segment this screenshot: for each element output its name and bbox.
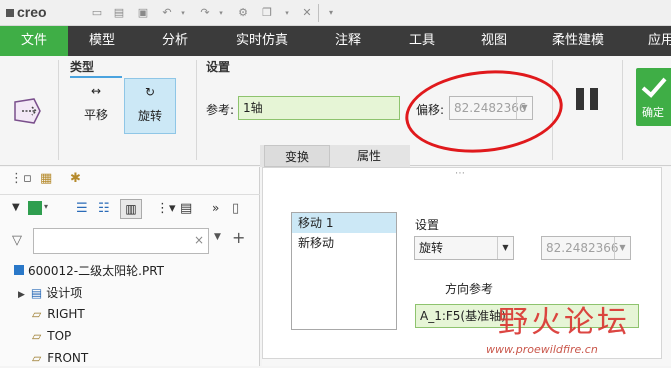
undo-icon[interactable]: ↶: [160, 6, 174, 20]
chevron-down-icon[interactable]: ▾: [44, 202, 48, 211]
model-tree-tab-icon[interactable]: ⋮▫: [10, 171, 32, 186]
document-icon[interactable]: ▯: [232, 201, 239, 216]
feature-move-icon: [12, 96, 44, 126]
move-type-value: 旋转: [419, 241, 444, 255]
save-icon[interactable]: ▣: [136, 6, 150, 20]
model-tree-panel: ⋮▫ ▦ ✱ ▼ ▾ ☰ ☷ ▥ ⋮▾ ▤ » ▯ ▽ × ▼ + 600012…: [0, 167, 260, 366]
open-icon[interactable]: ▤: [112, 6, 126, 20]
favorites-tab-icon[interactable]: ✱: [70, 171, 81, 186]
new-icon[interactable]: ▭: [90, 6, 104, 20]
tab-applications[interactable]: 应用: [636, 26, 671, 56]
panel-offset-field[interactable]: 82.2482366 ▼: [541, 236, 631, 260]
part-icon: [28, 201, 42, 215]
tree-item-top-plane[interactable]: ▱ TOP: [32, 326, 71, 346]
rotate-icon: ↻: [144, 85, 156, 99]
tree-columns-icon[interactable]: ☷: [98, 201, 110, 216]
tab-transform[interactable]: 变换: [264, 145, 330, 167]
tree-filter-icon[interactable]: ☰: [76, 201, 88, 216]
tree-item-part[interactable]: 600012-二级太阳轮.PRT: [14, 261, 164, 281]
tree-search-input[interactable]: ×: [33, 228, 209, 254]
pan-label: 平移: [83, 108, 108, 122]
reference-label: 参考:: [206, 103, 235, 117]
pan-arrows-icon: ↔: [90, 84, 102, 98]
logo-text: creo: [17, 4, 47, 20]
windows-icon[interactable]: ❐: [260, 6, 274, 20]
forum-watermark: 野火论坛 www.proewildfire.cn: [486, 297, 666, 363]
list-item[interactable]: 新移动: [292, 233, 396, 253]
ok-button[interactable]: 确定: [636, 68, 671, 126]
tree-item-right-plane[interactable]: ▱ RIGHT: [32, 304, 85, 324]
datum-plane-icon: ▱: [32, 329, 42, 343]
tab-file[interactable]: 文件: [0, 26, 68, 56]
customize-icon[interactable]: ▾: [324, 6, 338, 20]
ribbon-divider: [196, 60, 197, 160]
tree-show-icon[interactable]: ⋮▾: [156, 201, 176, 216]
tree-item-design-items[interactable]: ▶ ▤ 设计项: [18, 283, 82, 303]
datum-plane-icon: ▱: [32, 307, 42, 321]
pause-icon[interactable]: [576, 88, 600, 110]
tab-annotate[interactable]: 注释: [320, 26, 376, 56]
quick-access-toolbar: creo ▭ ▤ ▣ ↶ ▾ ↷ ▾ ⚙ ❐ ▾ ✕ ▾: [0, 0, 671, 26]
design-items-icon: ▤: [30, 286, 43, 300]
tab-view[interactable]: 视图: [466, 26, 522, 56]
tab-flexible-modeling[interactable]: 柔性建模: [540, 26, 616, 56]
chevron-down-icon[interactable]: ▼: [214, 232, 221, 242]
tab-properties[interactable]: 属性: [336, 145, 402, 167]
expand-icon[interactable]: »: [212, 201, 219, 215]
part-icon: [14, 265, 24, 275]
tree-item-front-plane[interactable]: ▱ FRONT: [32, 348, 88, 368]
toolbar-divider: [318, 4, 319, 22]
windows-dropdown-icon[interactable]: ▾: [280, 6, 294, 20]
list-item[interactable]: 移动 1: [292, 213, 396, 233]
redo-icon[interactable]: ↷: [198, 6, 212, 20]
rotate-type-button[interactable]: ↻ 旋转: [124, 78, 176, 134]
tab-tools[interactable]: 工具: [394, 26, 450, 56]
direction-reference-label: 方向参考: [445, 282, 494, 296]
tab-model[interactable]: 模型: [74, 26, 130, 56]
move-type-select[interactable]: 旋转 ▼: [414, 236, 514, 260]
layer-tree-tab-icon[interactable]: ▦: [40, 171, 52, 186]
moves-list[interactable]: 移动 1 新移动: [291, 212, 397, 330]
clear-icon[interactable]: ×: [194, 229, 204, 251]
settings-label: 设置: [415, 218, 440, 232]
chevron-down-icon[interactable]: ▼: [614, 237, 630, 259]
settings-section-label: 设置: [206, 60, 231, 74]
undo-dropdown-icon[interactable]: ▾: [176, 6, 190, 20]
menu-bar: 文件 模型 分析 实时仿真 注释 工具 视图 柔性建模 应用: [0, 26, 671, 56]
filter-icon: ▽: [12, 233, 22, 248]
tree-tab-bar: ⋮▫ ▦ ✱: [0, 167, 260, 195]
tab-realtime-simulation[interactable]: 实时仿真: [224, 26, 300, 56]
ok-label: 确定: [642, 106, 664, 119]
redo-dropdown-icon[interactable]: ▾: [214, 6, 228, 20]
type-section-label: 类型: [70, 60, 95, 74]
tab-analysis[interactable]: 分析: [146, 26, 204, 56]
reference-field[interactable]: 1轴: [238, 96, 400, 120]
grip-icon[interactable]: ⋯: [455, 168, 465, 179]
tree-settings-icon[interactable]: ▥: [120, 199, 142, 219]
rotate-label: 旋转: [137, 109, 162, 123]
tree-view-icon[interactable]: ▤: [180, 201, 192, 216]
regenerate-icon[interactable]: ⚙: [236, 6, 250, 20]
add-icon[interactable]: +: [232, 228, 245, 247]
ribbon-divider: [58, 60, 59, 160]
expand-arrow-icon[interactable]: ▶: [18, 290, 25, 300]
show-dropdown-icon[interactable]: ▼: [12, 202, 20, 213]
ribbon-divider: [622, 60, 623, 160]
watermark-text: 野火论坛: [498, 305, 630, 340]
checkmark-icon: [641, 77, 667, 98]
datum-plane-icon: ▱: [32, 351, 42, 365]
chevron-down-icon[interactable]: ▼: [497, 237, 513, 259]
pan-type-button[interactable]: ↔ 平移: [70, 78, 122, 134]
close-window-icon[interactable]: ✕: [300, 6, 314, 20]
tree-toolbar: ▼ ▾ ☰ ☷ ▥ ⋮▾ ▤ » ▯: [0, 199, 260, 223]
panel-offset-value: 82.2482366: [546, 241, 619, 255]
watermark-url: www.proewildfire.cn: [486, 343, 598, 356]
creo-logo: creo: [6, 4, 47, 20]
